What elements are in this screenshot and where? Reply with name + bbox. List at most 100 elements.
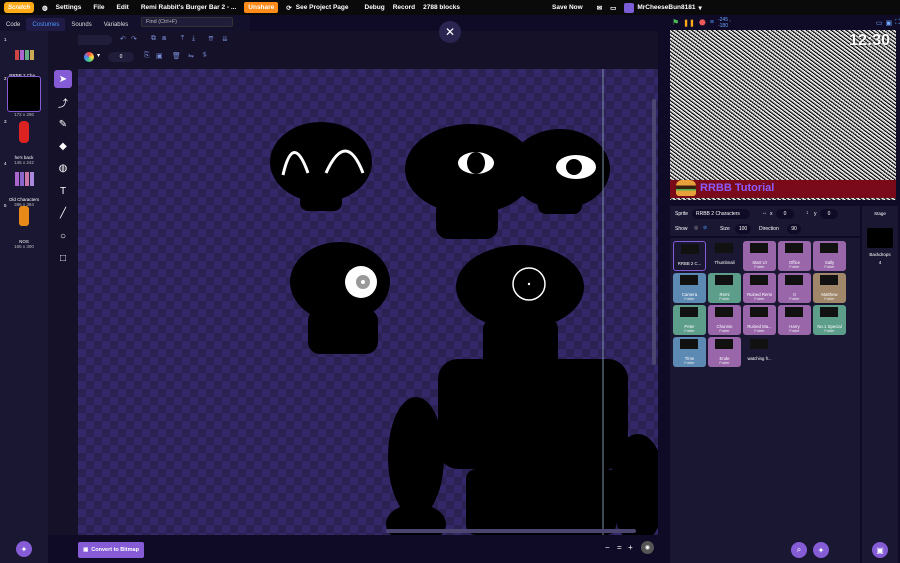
fill-tool-icon[interactable]: ◍ [54, 159, 72, 177]
sprite-tile[interactable]: Remi Folder [708, 273, 741, 303]
sprite-tile[interactable]: Ende Folder [708, 337, 741, 367]
stage-thumbnail[interactable] [867, 228, 893, 248]
costume-item[interactable]: 3 he's back 145 x 242 [4, 119, 44, 165]
sprite-tile[interactable]: No.1 Special Folder [813, 305, 846, 335]
reshape-tool-icon[interactable]: ⤴ [54, 93, 72, 111]
eraser-tool-icon[interactable]: ◆ [54, 137, 72, 155]
sprite-tile[interactable]: RRBB 2 C... [673, 241, 706, 271]
fullscreen-toggle-icon[interactable]: ◉ [641, 541, 654, 554]
scratch-logo[interactable]: Scratch [4, 2, 34, 13]
sprite-thumbnail [715, 243, 733, 253]
sprite-tile[interactable]: Time Folder [673, 337, 706, 367]
show-hidden-icon[interactable]: ⊘ [703, 225, 707, 231]
save-now-button[interactable]: Save Now [552, 4, 583, 11]
group-icon[interactable]: ⧉ [151, 35, 156, 43]
file-menu[interactable]: File [93, 4, 104, 11]
record-button[interactable]: Record [393, 4, 415, 11]
show-visible-icon[interactable]: ◎ [694, 225, 698, 231]
find-input[interactable]: Find (Ctrl+F) [141, 17, 233, 27]
unshare-button[interactable]: Unshare [244, 2, 279, 13]
tab-code[interactable]: Code [0, 18, 26, 31]
paste-icon[interactable]: ▣ [156, 52, 163, 60]
line-tool-icon[interactable]: ╱ [54, 204, 72, 222]
project-title[interactable]: Remi Rabbit's Burger Bar 2 - ... [141, 4, 236, 11]
zoom-out-icon[interactable]: − [605, 543, 610, 552]
outline-color-icon[interactable] [84, 52, 94, 62]
sprite-tile[interactable]: Peter Folder [673, 305, 706, 335]
sprite-tile[interactable]: It Folder [778, 273, 811, 303]
close-icon[interactable]: ✕ [439, 21, 461, 43]
flip-vertical-icon[interactable]: ⥮ [202, 52, 207, 60]
tab-sounds[interactable]: Sounds [65, 18, 97, 31]
sprite-thumbnail [680, 307, 698, 317]
brush-tool-icon[interactable]: ✎ [54, 115, 72, 133]
circle-tool-icon[interactable]: ○ [54, 227, 72, 245]
stop-icon[interactable]: ⬣ [699, 18, 706, 27]
turbo-icon[interactable]: ≡ [710, 19, 714, 26]
stage-panel[interactable]: Stage Backdrops 4 ▣ [862, 206, 898, 563]
undo-icon[interactable]: ↶ [120, 35, 126, 43]
backward-icon[interactable]: ⤓ [192, 35, 195, 43]
text-tool-icon[interactable]: T [54, 182, 72, 200]
sprite-tile[interactable]: Harry Folder [778, 305, 811, 335]
zoom-reset-icon[interactable]: = [617, 543, 622, 552]
direction-input[interactable]: 90 [787, 224, 801, 234]
redo-icon[interactable]: ↷ [131, 35, 137, 43]
choose-costume-button[interactable]: ✦ [16, 541, 32, 557]
choose-backdrop-button[interactable]: ▣ [872, 542, 888, 558]
outline-width-input[interactable]: 0 [108, 52, 134, 62]
chevron-down-icon[interactable]: ▾ [699, 4, 702, 12]
y-input[interactable]: 0 [820, 209, 838, 219]
sprite-tile[interactable]: Matthew Folder [813, 273, 846, 303]
sprite-name-input[interactable]: RRBB 2 Characters [692, 209, 750, 219]
mystuff-icon[interactable]: ✉ [597, 4, 602, 12]
sprite-tile[interactable]: Thumbnail [708, 241, 741, 271]
pause-icon[interactable]: ❚❚ [683, 19, 695, 27]
debug-menu[interactable]: Debug [365, 4, 385, 11]
fullscreen-icon[interactable]: ⛶ [895, 19, 900, 27]
back-icon[interactable]: ⇊ [222, 35, 228, 43]
ungroup-icon[interactable]: ⧈ [162, 35, 166, 43]
flip-horizontal-icon[interactable]: ⇋ [188, 52, 194, 60]
costume-item-selected[interactable]: 2 172 x 296 [4, 76, 44, 117]
choose-sprite-button[interactable]: ✦ [813, 542, 829, 558]
large-stage-icon[interactable]: ▣ [885, 19, 892, 27]
forward-icon[interactable]: ⤒ [181, 35, 184, 43]
edit-menu[interactable]: Edit [117, 4, 129, 11]
globe-icon[interactable]: ◍ [42, 4, 48, 12]
green-flag-icon[interactable]: ⚑ [672, 18, 679, 27]
size-input[interactable]: 100 [735, 224, 751, 234]
copy-icon[interactable]: ⎘ [144, 52, 150, 60]
avatar[interactable] [624, 2, 635, 13]
sprite-tile[interactable]: Office Folder [778, 241, 811, 271]
sprite-tile[interactable]: Start UI Folder [743, 241, 776, 271]
small-stage-icon[interactable]: ▭ [876, 19, 883, 27]
sprite-tile[interactable]: Chunnie Folder [708, 305, 741, 335]
settings-menu[interactable]: Settings [56, 4, 82, 11]
front-icon[interactable]: ⇈ [208, 35, 214, 43]
tab-variables[interactable]: Variables [98, 18, 135, 31]
sprite-tile[interactable]: Camera Folder [673, 273, 706, 303]
rectangle-tool-icon[interactable]: □ [54, 249, 72, 267]
canvas-scrollbar-horizontal[interactable] [386, 529, 636, 533]
username[interactable]: MrCheeseBun8181 [637, 4, 695, 11]
costume-item[interactable]: 4 Old Characters 386 x 394 [4, 161, 44, 207]
stage-canvas[interactable]: 12:30 RRBB Tutorial [670, 30, 896, 200]
paint-canvas[interactable] [78, 69, 658, 535]
canvas-scrollbar-vertical[interactable] [652, 99, 656, 365]
select-tool-icon[interactable]: ➤ [54, 70, 72, 88]
chevron-down-icon[interactable]: ▾ [97, 52, 100, 59]
sprite-tile[interactable]: Ruined Remi Folder [743, 273, 776, 303]
delete-icon[interactable]: 🗑 [172, 52, 181, 60]
sprite-tile[interactable]: Ruined Ma... Folder [743, 305, 776, 335]
costume-item[interactable]: 5 NOS 166 x 300 [4, 203, 44, 249]
zoom-in-icon[interactable]: + [628, 543, 633, 552]
convert-to-bitmap-button[interactable]: ▣ Convert to Bitmap [78, 542, 144, 558]
folder-icon[interactable]: ▭ [610, 4, 616, 12]
see-project-page-button[interactable]: See Project Page [296, 4, 349, 11]
sprite-tile[interactable]: Sally Folder [813, 241, 846, 271]
sprite-tile[interactable]: watching fr... [743, 337, 776, 367]
tab-costumes[interactable]: Costumes [26, 18, 66, 31]
search-sprite-icon[interactable]: ⌕ [791, 542, 807, 558]
x-input[interactable]: 0 [776, 209, 794, 219]
